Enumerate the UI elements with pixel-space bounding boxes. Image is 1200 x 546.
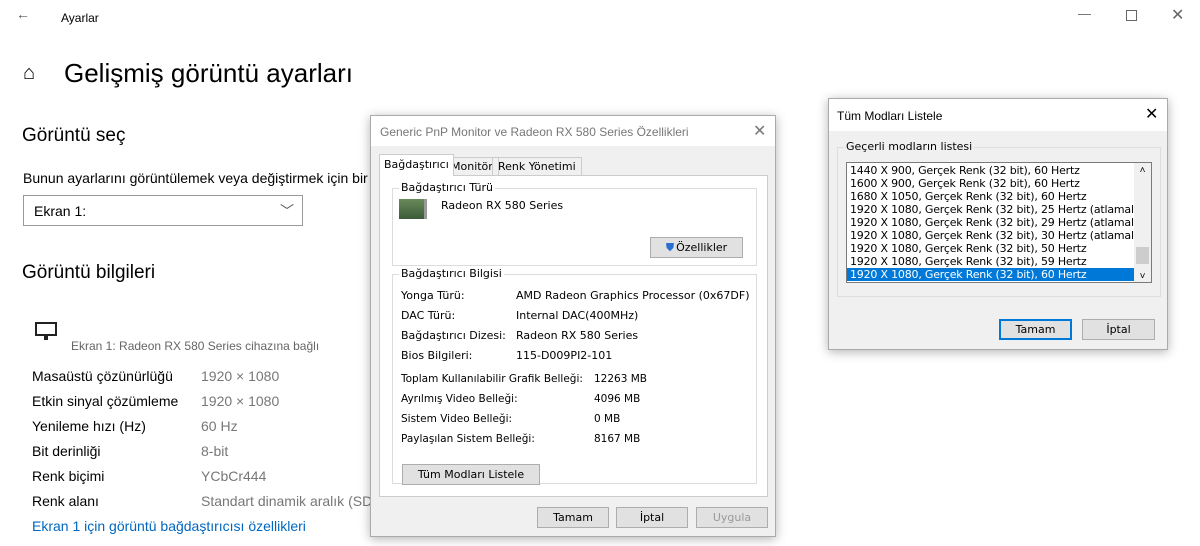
info-row-value: 8-bit xyxy=(201,443,229,459)
adapter-info-key: Bios Bilgileri: xyxy=(401,349,473,362)
info-row-label: Yenileme hızı (Hz) xyxy=(32,418,146,434)
back-button[interactable]: ← xyxy=(16,6,30,22)
info-row-label: Masaüstü çözünürlüğü xyxy=(32,368,173,384)
info-row-value: 1920 × 1080 xyxy=(201,393,280,409)
mode-list-item[interactable]: 1920 X 1080, Gerçek Renk (32 bit), 59 He… xyxy=(847,255,1135,268)
scroll-thumb[interactable] xyxy=(1136,247,1149,264)
monitor-icon xyxy=(35,322,57,336)
memory-value: 12263 MB xyxy=(594,373,648,385)
memory-key: Toplam Kullanılabilir Grafik Belleği: xyxy=(401,373,583,385)
adapter-info-key: Yonga Türü: xyxy=(401,289,465,302)
adapter-info-value: Radeon RX 580 Series xyxy=(516,329,639,342)
close-icon[interactable]: ✕ xyxy=(1145,104,1158,124)
adapter-info-key: DAC Türü: xyxy=(401,309,456,322)
memory-key: Ayrılmış Video Belleği: xyxy=(401,393,518,405)
mode-list-item[interactable]: 1920 X 1080, Gerçek Renk (32 bit), 60 He… xyxy=(847,268,1135,281)
info-row-label: Etkin sinyal çözümleme xyxy=(32,393,179,409)
scrollbar[interactable]: ˄ ˅ xyxy=(1134,163,1151,282)
minimize-button[interactable]: — xyxy=(1078,6,1091,21)
info-row-label: Bit derinliği xyxy=(32,443,101,459)
mode-list-item[interactable]: 1920 X 1080, Gerçek Renk (32 bit), 30 He… xyxy=(847,229,1141,242)
memory-key: Sistem Video Belleği: xyxy=(401,413,513,425)
ok-button[interactable]: Tamam xyxy=(999,319,1072,340)
scroll-down-icon[interactable]: ˅ xyxy=(1134,271,1151,282)
modes-dialog-title: Tüm Modları Listele xyxy=(837,109,943,123)
home-icon: ⌂ xyxy=(23,62,36,84)
chevron-down-icon: ﹀ xyxy=(280,203,294,219)
mode-list-item[interactable]: 1680 X 1050, Gerçek Renk (32 bit), 60 He… xyxy=(847,190,1135,203)
page-title: Gelişmiş görüntü ayarları xyxy=(64,58,353,88)
window-title: Ayarlar xyxy=(61,11,99,25)
scroll-up-icon[interactable]: ˄ xyxy=(1134,165,1151,176)
dialog-title: Generic PnP Monitor ve Radeon RX 580 Ser… xyxy=(380,125,689,139)
memory-value: 4096 MB xyxy=(594,393,641,405)
info-row-label: Renk alanı xyxy=(32,493,99,509)
properties-button-label: Özellikler xyxy=(676,241,728,254)
monitor-stand xyxy=(44,336,48,340)
close-icon[interactable]: ✕ xyxy=(753,121,766,141)
info-row-value: 60 Hz xyxy=(201,418,238,434)
display-name: Ekran 1: Radeon RX 580 Series cihazına b… xyxy=(71,339,320,353)
maximize-button[interactable] xyxy=(1126,10,1137,21)
graphics-card-icon xyxy=(399,199,427,219)
shield-icon: ⛊ xyxy=(665,240,675,254)
modes-group-label: Geçerli modların listesi xyxy=(844,140,975,153)
adapter-info-value: AMD Radeon Graphics Processor (0x67DF) xyxy=(516,289,750,302)
info-row-value: 1920 × 1080 xyxy=(201,368,280,384)
memory-value: 8167 MB xyxy=(594,433,641,445)
apply-button[interactable]: Uygula xyxy=(696,507,768,528)
select-heading: Görüntü seç xyxy=(22,125,126,146)
adapter-name: Radeon RX 580 Series xyxy=(441,199,564,212)
info-row-value: YCbCr444 xyxy=(201,468,267,484)
info-row-value: Standart dinamik aralık (SD xyxy=(201,493,373,509)
adapter-properties-link[interactable]: Ekran 1 için görüntü bağdaştırıcısı özel… xyxy=(32,518,306,534)
close-button[interactable]: ✕ xyxy=(1171,5,1184,25)
display-select-value: Ekran 1: xyxy=(34,203,87,219)
display-select[interactable]: Ekran 1: ﹀ xyxy=(23,195,303,226)
memory-value: 0 MB xyxy=(594,413,621,425)
mode-list-item[interactable]: 1920 X 1080, Gerçek Renk (32 bit), 50 He… xyxy=(847,242,1135,255)
adapter-info-value: Internal DAC(400MHz) xyxy=(516,309,639,322)
list-all-modes-dialog: Tüm Modları Listele ✕ Geçerli modların l… xyxy=(828,98,1168,350)
cancel-button[interactable]: İptal xyxy=(616,507,688,528)
mode-list-item[interactable]: 1920 X 1080, Gerçek Renk (32 bit), 29 He… xyxy=(847,216,1141,229)
info-heading: Görüntü bilgileri xyxy=(22,262,156,283)
adapter-properties-dialog: Generic PnP Monitor ve Radeon RX 580 Ser… xyxy=(370,115,776,537)
memory-key: Paylaşılan Sistem Belleği: xyxy=(401,433,535,445)
tab-adapter[interactable]: Bağdaştırıcı xyxy=(379,154,454,176)
mode-list-item[interactable]: 1600 X 900, Gerçek Renk (32 bit), 60 Her… xyxy=(847,177,1135,190)
tab-color-management[interactable]: Renk Yönetimi xyxy=(492,157,582,176)
adapter-type-label: Bağdaştırıcı Türü xyxy=(399,181,495,194)
tab-panel: Bağdaştırıcı Türü Radeon RX 580 Series ⛊… xyxy=(379,175,768,497)
mode-list-item[interactable]: 1440 X 900, Gerçek Renk (32 bit), 60 Her… xyxy=(847,164,1135,177)
adapter-info-value: 115-D009PI2-101 xyxy=(516,349,613,362)
list-all-modes-button[interactable]: Tüm Modları Listele xyxy=(402,464,540,485)
select-description: Bunun ayarlarını görüntülemek veya değiş… xyxy=(23,170,368,186)
info-row-label: Renk biçimi xyxy=(32,468,105,484)
properties-button[interactable]: ⛊ Özellikler xyxy=(650,237,743,258)
mode-list-item[interactable]: 1920 X 1080, Gerçek Renk (32 bit), 25 He… xyxy=(847,203,1141,216)
cancel-button[interactable]: İptal xyxy=(1082,319,1155,340)
ok-button[interactable]: Tamam xyxy=(537,507,609,528)
modes-listbox[interactable]: 1440 X 900, Gerçek Renk (32 bit), 60 Her… xyxy=(846,162,1152,283)
adapter-info-label: Bağdaştırıcı Bilgisi xyxy=(399,267,504,280)
adapter-info-key: Bağdaştırıcı Dizesi: xyxy=(401,329,506,342)
